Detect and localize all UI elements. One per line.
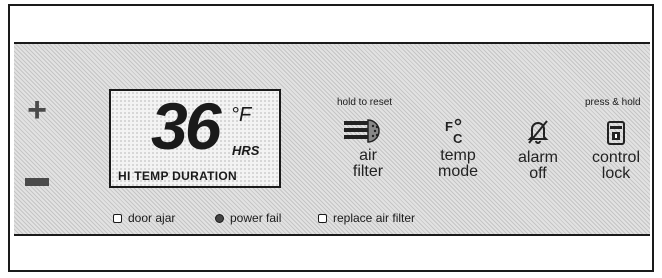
alarm-off-label-1: alarm [517, 149, 558, 166]
power-fail-indicator: power fail [215, 211, 281, 225]
minus-icon [25, 178, 49, 186]
svg-text:F: F [445, 119, 453, 134]
replace-air-filter-indicator: replace air filter [318, 211, 415, 225]
door-ajar-indicator: door ajar [113, 211, 175, 225]
bell-slash-icon [527, 120, 549, 144]
door-ajar-led [113, 213, 122, 223]
control-lock-label-2: lock [601, 165, 631, 182]
temp-mode-button[interactable]: F C temp mode [430, 118, 486, 180]
display-mode-label: HI TEMP DURATION [118, 169, 238, 183]
control-lock-button[interactable]: control lock [583, 118, 649, 182]
air-filter-label-2: filter [352, 163, 384, 180]
temp-down-button[interactable] [22, 178, 52, 186]
lock-icon [607, 121, 625, 145]
fahrenheit-celsius-icon: F C [445, 118, 463, 144]
svg-text:C: C [453, 131, 463, 144]
temp-up-button[interactable]: + [22, 93, 52, 127]
power-fail-led [215, 213, 224, 223]
temperature-value: 36 [151, 89, 221, 163]
control-lock-label-1: control [591, 149, 641, 166]
temp-mode-label-1: temp [440, 147, 476, 164]
power-fail-label: power fail [230, 211, 282, 225]
air-filter-icon [344, 119, 380, 143]
alarm-off-button[interactable]: alarm off [508, 118, 568, 182]
temperature-display: 36 °F HRS HI TEMP DURATION [109, 89, 281, 188]
door-ajar-label: door ajar [128, 211, 176, 225]
hold-to-reset-label: hold to reset [337, 97, 393, 108]
temp-mode-label-2: mode [437, 163, 479, 180]
air-filter-button[interactable]: air filter [333, 118, 403, 180]
temperature-unit: °F [231, 104, 252, 126]
air-filter-label-1: air [359, 147, 377, 164]
hours-unit: HRS [232, 143, 260, 158]
replace-air-filter-label: replace air filter [333, 211, 416, 225]
replace-air-filter-led [318, 213, 327, 223]
press-and-hold-label: press & hold [585, 97, 641, 108]
alarm-off-label-2: off [529, 165, 547, 182]
